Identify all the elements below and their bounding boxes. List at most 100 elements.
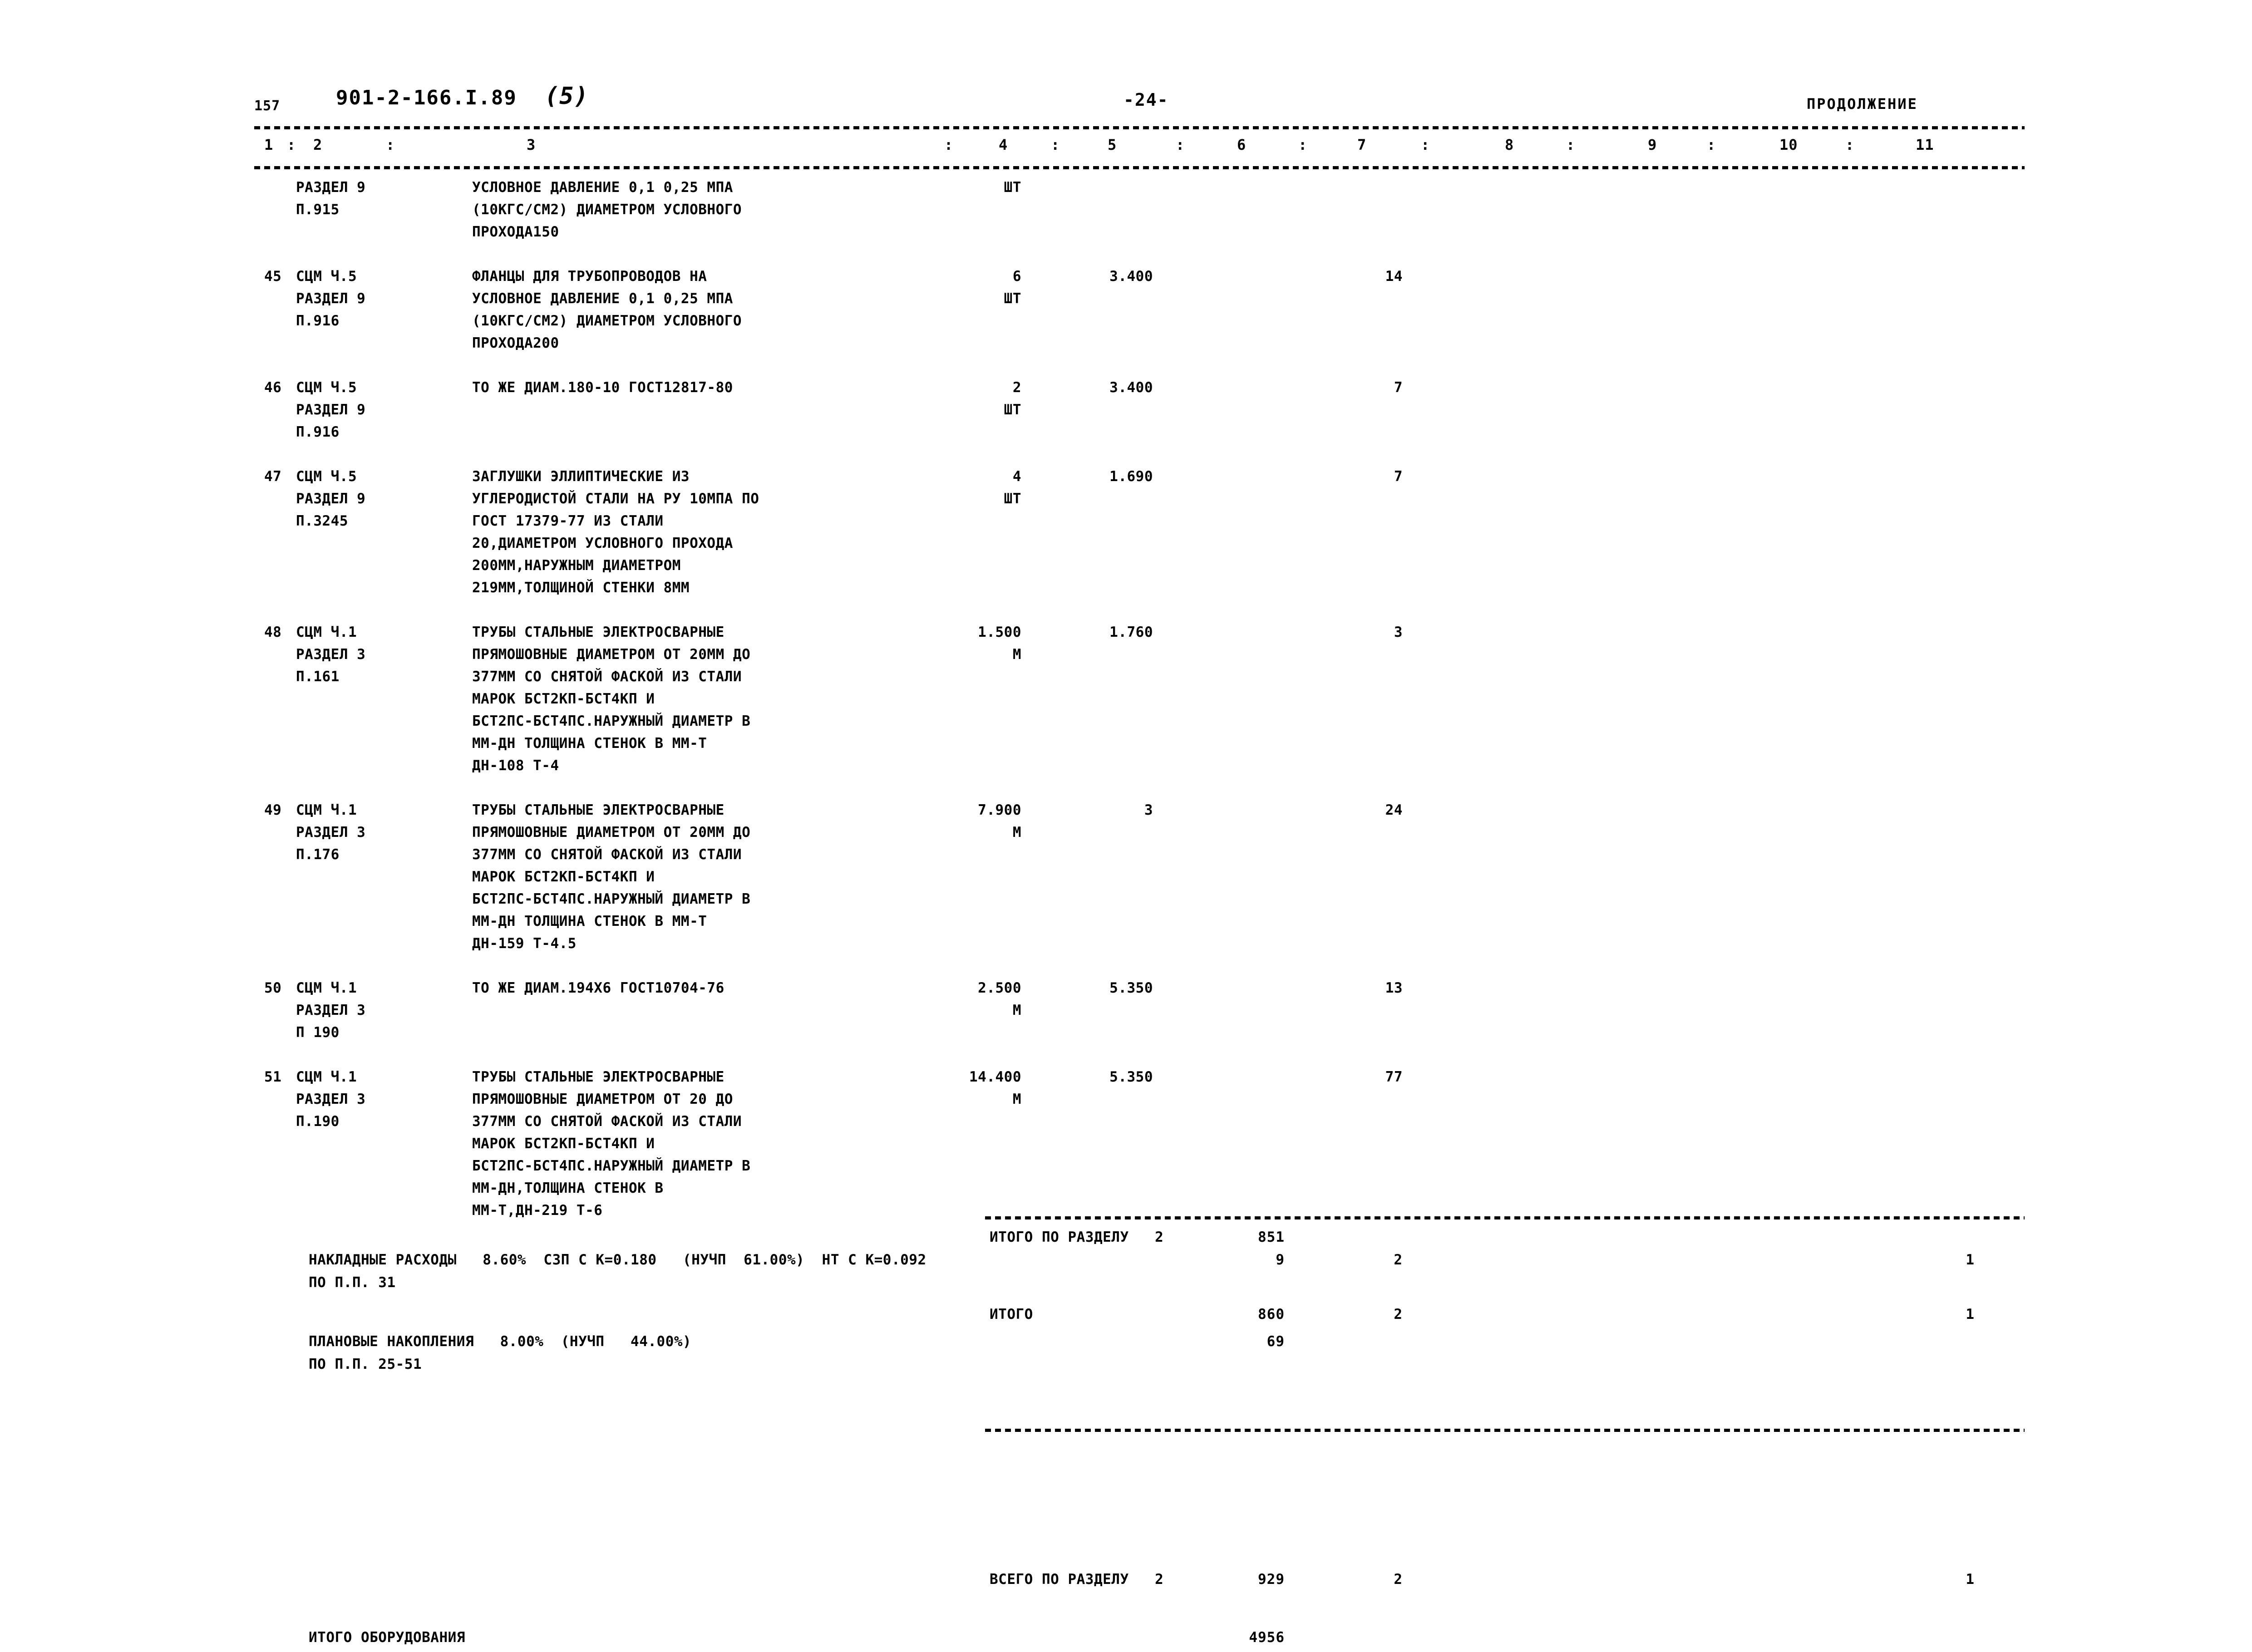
table-row-line: 51 СЦМ Ч.1 ТРУБЫ СТАЛЬНЫЕ ЭЛЕКТРОСВАРНЫЕ 14…	[254, 1069, 2025, 1091]
table-row: 47 СЦМ Ч.5 ЗАГЛУШКИ ЭЛЛИПТИЧЕСКИЕ ИЗ 4 1.690…	[254, 468, 2025, 624]
row-quantity: 2.500	[978, 980, 1021, 996]
table-row-line: РАЗДЕЛ 9 УСЛОВНОЕ ДАВЛЕНИЕ 0,1 0,25 МПА ШТ	[254, 290, 2025, 313]
table-row-line: П.3245 ГОСТ 17379-77 ИЗ СТАЛИ	[254, 513, 2025, 535]
folio-number: 157	[254, 98, 281, 114]
table-row-line: 49 СЦМ Ч.1 ТРУБЫ СТАЛЬНЫЕ ЭЛЕКТРОСВАРНЫЕ 7.…	[254, 802, 2025, 824]
continuation-label: ПРОДОЛЖЕНИЕ	[1807, 95, 1918, 113]
grand-total-col11-value: 1	[1966, 1571, 1975, 1588]
row-code-line: СЦМ Ч.5	[296, 268, 357, 285]
column-header-8: 8	[1505, 136, 1514, 153]
table-row-line: БСТ2ПС-БСТ4ПС.НАРУЖНЫЙ ДИАМЕТР В	[254, 1158, 2025, 1180]
subtotal-label: ИТОГО	[990, 1306, 1033, 1323]
row-col5-value: 3	[1144, 802, 1153, 818]
row-description-line: МАРОК БСТ2КП-БСТ4КП И	[472, 1136, 655, 1152]
row-description-line: ДН-108 Т-4	[472, 757, 559, 774]
row-col7-value: 14	[1385, 268, 1403, 285]
row-code-line: РАЗДЕЛ 3	[296, 646, 366, 663]
row-col5-value: 1.690	[1109, 468, 1153, 485]
row-description-line: 377ММ СО СНЯТОЙ ФАСКОЙ ИЗ СТАЛИ	[472, 669, 742, 685]
column-separator: :	[1051, 136, 1060, 153]
subtotal-col11-value: 1	[1966, 1306, 1975, 1323]
row-item-number: 51	[264, 1069, 282, 1085]
table-row-line: РАЗДЕЛ 9 УГЛЕРОДИСТОЙ СТАЛИ НА РУ 10МПА П…	[254, 491, 2025, 513]
table-row-line: МАРОК БСТ2КП-БСТ4КП И	[254, 1136, 2025, 1158]
row-quantity: 6	[1012, 268, 1021, 285]
grand-total-label: ВСЕГО ПО РАЗДЕЛУ 2	[990, 1571, 1164, 1588]
overhead-row: НАКЛАДНЫЕ РАСХОДЫ 8.60% СЗП С К=0.180 (Н…	[254, 1252, 2025, 1274]
totals-divider-bottom	[985, 1429, 2025, 1432]
row-col5-value: 3.400	[1109, 379, 1153, 396]
profit-description: ПЛАНОВЫЕ НАКОПЛЕНИЯ 8.00% (НУЧП 44.00%)	[309, 1333, 692, 1350]
row-spacer	[254, 780, 2025, 802]
row-code-line: П.3245	[296, 513, 348, 529]
table-row-line: 46 СЦМ Ч.5 ТО ЖЕ ДИАМ.180-10 ГОСТ12817-80 2…	[254, 379, 2025, 402]
subtotal-row: ИТОГО 860 2 1	[254, 1306, 2025, 1329]
row-description-line: ММ-ДН,ТОЛЩИНА СТЕНОК В	[472, 1180, 664, 1196]
row-item-number: 50	[264, 980, 282, 996]
row-col7-value: 24	[1385, 802, 1403, 818]
row-spacer	[254, 357, 2025, 379]
row-spacer	[254, 1047, 2025, 1069]
row-description-line: МАРОК БСТ2КП-БСТ4КП И	[472, 869, 655, 885]
row-code-line: СЦМ Ч.1	[296, 1069, 357, 1085]
row-quantity: 4	[1012, 468, 1021, 485]
equipment-total-label: ИТОГО ОБОРУДОВАНИЯ	[309, 1629, 465, 1646]
row-description-line: 200ММ,НАРУЖНЫМ ДИАМЕТРОМ	[472, 557, 681, 574]
row-code-line: П.916	[296, 313, 340, 329]
profit-ref-row: ПО П.П. 25-51	[254, 1356, 2025, 1379]
table-row: 50 СЦМ Ч.1 ТО ЖЕ ДИАМ.194Х6 ГОСТ10704-76 2.…	[254, 980, 2025, 1069]
profit-items-reference: ПО П.П. 25-51	[309, 1356, 422, 1372]
row-quantity: 14.400	[969, 1069, 1021, 1085]
column-separator: :	[1566, 136, 1576, 153]
row-quantity: 2	[1012, 379, 1021, 396]
row-code-line: П 190	[296, 1024, 340, 1041]
column-separator: :	[944, 136, 954, 153]
row-spacer	[254, 246, 2025, 268]
row-description-line: БСТ2ПС-БСТ4ПС.НАРУЖНЫЙ ДИАМЕТР В	[472, 713, 751, 729]
row-col5-value: 5.350	[1109, 980, 1153, 996]
table-row-line: П.161 377ММ СО СНЯТОЙ ФАСКОЙ ИЗ СТАЛИ	[254, 669, 2025, 691]
overhead-col5-value: 9	[1276, 1252, 1285, 1268]
column-header-1: 1	[264, 136, 274, 153]
column-header-5: 5	[1108, 136, 1117, 153]
row-code-line: П.916	[296, 424, 340, 440]
row-unit: ШТ	[1004, 402, 1021, 418]
row-description-line: БСТ2ПС-БСТ4ПС.НАРУЖНЫЙ ДИАМЕТР В	[472, 891, 751, 907]
column-header-row: 1:2:3:4:5:6:7:8:9:10:11	[254, 136, 2025, 159]
subtotal-col6-value: 2	[1394, 1306, 1403, 1323]
section-total-label: ИТОГО ПО РАЗДЕЛУ 2	[990, 1229, 1164, 1245]
table-row-line: ПРОХОДА150	[254, 224, 2025, 246]
row-col7-value: 13	[1385, 980, 1403, 996]
header-divider-top	[254, 126, 2025, 129]
overhead-col6-value: 2	[1394, 1252, 1403, 1268]
column-header-6: 6	[1237, 136, 1247, 153]
row-col5-value: 1.760	[1109, 624, 1153, 640]
row-code-line: СЦМ Ч.1	[296, 802, 357, 818]
row-description-line: ТРУБЫ СТАЛЬНЫЕ ЭЛЕКТРОСВАРНЫЕ	[472, 1069, 724, 1085]
row-description-line: ФЛАНЦЫ ДЛЯ ТРУБОПРОВОДОВ НА	[472, 268, 707, 285]
row-code-line: СЦМ Ч.5	[296, 468, 357, 485]
table-row-line: П 190	[254, 1024, 2025, 1047]
table-row-line: 47 СЦМ Ч.5 ЗАГЛУШКИ ЭЛЛИПТИЧЕСКИЕ ИЗ 4 1.690…	[254, 468, 2025, 491]
row-code-line: РАЗДЕЛ 9	[296, 290, 366, 307]
row-col5-value: 5.350	[1109, 1069, 1153, 1085]
row-item-number: 49	[264, 802, 282, 818]
row-code-line: СЦМ Ч.1	[296, 980, 357, 996]
header-divider-bottom	[254, 166, 2025, 169]
grand-total-row: ВСЕГО ПО РАЗДЕЛУ 2 929 2 1	[254, 1571, 2025, 1594]
equipment-total-row: ИТОГО ОБОРУДОВАНИЯ 4956	[254, 1629, 2025, 1652]
row-unit: М	[1012, 646, 1021, 663]
section-total-value: 851	[1258, 1229, 1285, 1245]
row-description-line: ММ-ДН ТОЛЩИНА СТЕНОК В ММ-Т	[472, 735, 707, 752]
table-row-line: П.916	[254, 424, 2025, 446]
table-row: 46 СЦМ Ч.5 ТО ЖЕ ДИАМ.180-10 ГОСТ12817-80 2…	[254, 379, 2025, 468]
row-unit: М	[1012, 824, 1021, 841]
overhead-col11-value: 1	[1966, 1252, 1975, 1268]
row-code-line: СЦМ Ч.1	[296, 624, 357, 640]
column-separator: :	[1707, 136, 1716, 153]
column-separator: :	[1176, 136, 1185, 153]
table-row-line: П.176 377ММ СО СНЯТОЙ ФАСКОЙ ИЗ СТАЛИ	[254, 846, 2025, 869]
row-description-line: УСЛОВНОЕ ДАВЛЕНИЕ 0,1 0,25 МПА	[472, 290, 733, 307]
row-description-line: ММ-ДН ТОЛЩИНА СТЕНОК В ММ-Т	[472, 913, 707, 929]
table-row-line: П.915 (10КГС/СМ2) ДИАМЕТРОМ УСЛОВНОГО	[254, 202, 2025, 224]
